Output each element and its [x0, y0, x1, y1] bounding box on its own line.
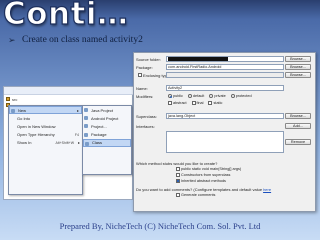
superclass-label: Superclass: — [136, 113, 157, 119]
modifier-default[interactable]: default — [186, 94, 204, 98]
package-label: Package: — [136, 64, 153, 70]
source-folder-label: Source folder: — [136, 56, 161, 62]
menu-item-open-window[interactable]: Open in New Window — [9, 122, 82, 130]
package-browse-button[interactable]: Browse... — [285, 64, 311, 70]
submenu-item-java-project[interactable]: Java Project — [83, 106, 131, 114]
menu-item-show-in[interactable]: Show In Alt+Shift+W ▸ — [9, 139, 82, 147]
menu-item-go-into[interactable]: Go Into — [9, 114, 82, 122]
redacted-bar — [168, 57, 228, 61]
submenu-arrow-icon: ▸ — [77, 140, 80, 146]
new-class-dialog: Source folder: Browse... Package: com.an… — [133, 52, 316, 212]
folder-icon — [6, 97, 10, 101]
modifier-abstract[interactable]: abstract — [166, 101, 187, 105]
new-icon — [11, 109, 15, 113]
remove-interface-button[interactable]: Remove — [285, 139, 311, 145]
modifier-public[interactable]: public — [166, 94, 183, 98]
submenu-arrow-icon: ▸ — [76, 107, 79, 113]
package-input[interactable]: com.android.FirstRadio.Android — [166, 64, 284, 70]
superclass-input[interactable]: java.lang.Object — [166, 113, 284, 119]
project-icon — [84, 124, 88, 129]
modifier-static[interactable]: static — [206, 101, 222, 105]
explorer-toolbar — [4, 87, 134, 95]
stubs-question: Which method stubs would you like to cre… — [136, 160, 218, 166]
source-folder-input[interactable] — [166, 56, 284, 62]
interfaces-list[interactable] — [166, 131, 284, 153]
enclosing-checkbox[interactable] — [138, 73, 142, 77]
slide-footer: Prepared By, NicheTech (C) NicheTech Com… — [59, 221, 261, 231]
arrow-bullet-icon: ➢ — [8, 34, 16, 45]
modifier-private[interactable]: private — [207, 94, 226, 98]
stub-inherited[interactable]: Inherited abstract methods — [174, 179, 226, 183]
source-browse-button[interactable]: Browse... — [285, 56, 311, 62]
bullet-point: ➢ Create on class named activity2 — [8, 34, 143, 46]
android-icon — [84, 116, 88, 121]
class-icon — [85, 141, 89, 146]
menu-item-new[interactable]: New ▸ — [9, 106, 82, 115]
enclosing-browse-button[interactable]: Browse... — [285, 72, 311, 78]
modifier-final[interactable]: final — [190, 101, 203, 105]
name-input[interactable]: Activity2 — [166, 85, 284, 91]
superclass-browse-button[interactable]: Browse... — [285, 113, 311, 119]
configure-templates-link[interactable]: here — [263, 187, 271, 192]
submenu-item-android-project[interactable]: Android Project — [83, 114, 131, 122]
submenu-item-class[interactable]: Class — [83, 138, 131, 147]
modifiers-checkbox-group: abstract final static — [166, 100, 225, 106]
generate-comments-option[interactable]: Generate comments — [174, 193, 215, 197]
package-icon — [84, 132, 88, 137]
interfaces-label: Interfaces: — [136, 123, 155, 129]
comments-question: Do you want to add comments? (Configure … — [136, 186, 272, 192]
slide-title: Conti… — [2, 0, 129, 33]
menu-item-type-hierarchy[interactable]: Open Type Hierarchy F4 — [9, 131, 82, 139]
modifiers-radio-group: public default private protected — [166, 93, 255, 99]
name-label: Name: — [136, 85, 148, 91]
modifier-protected[interactable]: protected — [229, 94, 252, 98]
stub-main[interactable]: public static void main(String[] args) — [174, 167, 241, 171]
enclosing-input[interactable] — [166, 72, 284, 78]
modifiers-label: Modifiers: — [136, 93, 154, 99]
java-project-icon — [84, 108, 88, 112]
context-menu: New ▸ Go Into Open in New Window Open Ty… — [8, 105, 83, 195]
bullet-text: Create on class named activity2 — [22, 35, 143, 45]
stub-constructors[interactable]: Constructors from superclass — [174, 173, 230, 177]
add-interface-button[interactable]: Add... — [285, 123, 311, 129]
submenu-item-project[interactable]: Project... — [83, 122, 131, 130]
submenu-item-package[interactable]: Package — [83, 131, 131, 139]
new-submenu: Java Project Android Project Project... … — [82, 105, 132, 175]
